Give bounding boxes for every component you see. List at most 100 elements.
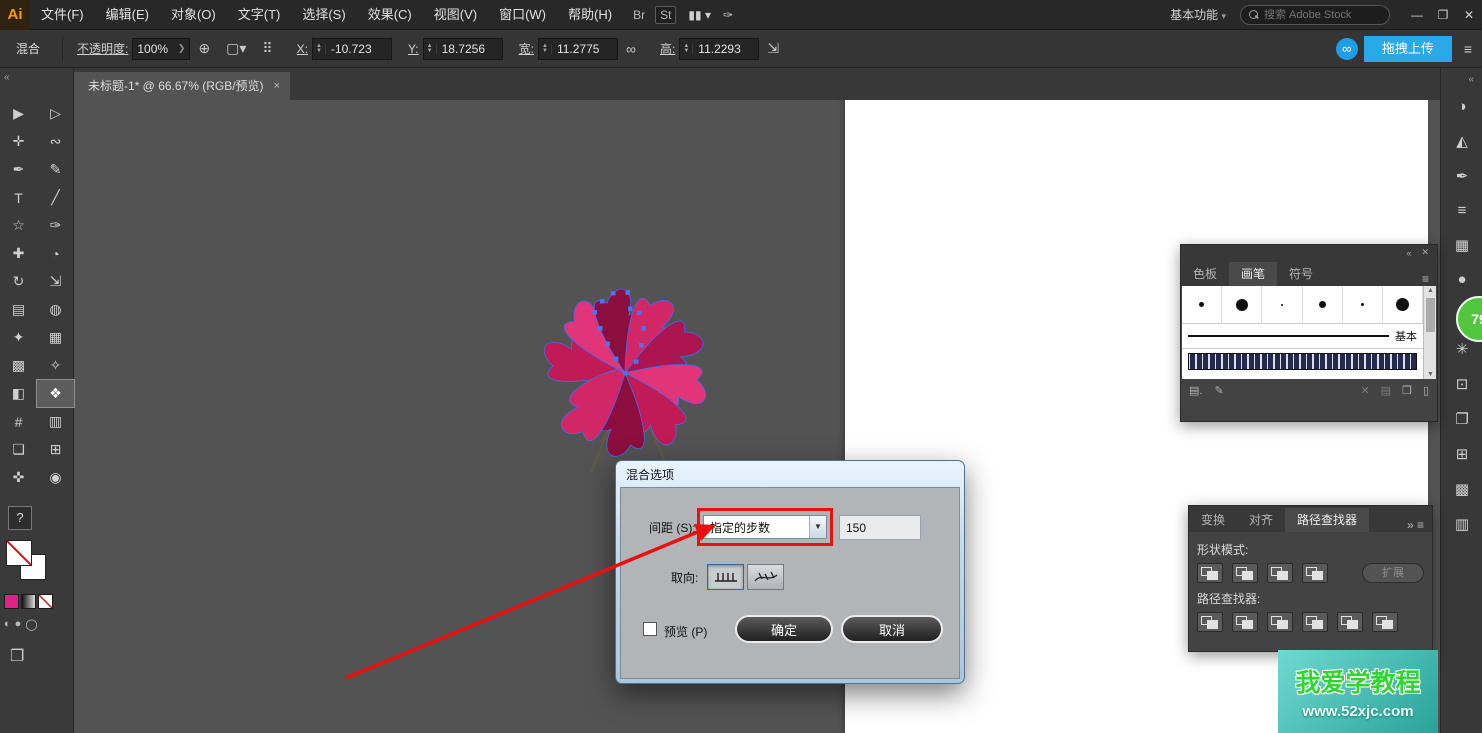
remove-brush-stroke-icon[interactable]: ✕ [1360, 384, 1369, 397]
tab-align[interactable]: 对齐 [1237, 508, 1285, 532]
close-button[interactable]: ✕ [1456, 0, 1482, 30]
stepper-icon[interactable]: ▲▼ [680, 44, 693, 54]
asset-export-panel-icon[interactable]: ⊞ [1456, 445, 1469, 463]
appearance-panel-icon[interactable]: ✒ [1456, 167, 1469, 185]
selection-tool[interactable]: ▶ [0, 100, 37, 127]
none-swatch[interactable] [38, 594, 53, 609]
blend-options-dialog[interactable]: 混合选项 间距 (S): 指定的步数 ▼ 取向: 预览 ( [615, 460, 965, 684]
perspective-grid-tool[interactable]: # [0, 408, 37, 435]
menu-effect[interactable]: 效果(C) [357, 0, 423, 30]
stock-button[interactable]: St [655, 6, 676, 24]
stepper-icon[interactable]: ▲▼ [539, 44, 552, 54]
brush-item-pattern[interactable] [1188, 353, 1417, 370]
tab-pathfinder[interactable]: 路径查找器 [1285, 508, 1369, 532]
trim-button[interactable] [1232, 612, 1258, 632]
color-guide-panel-icon[interactable]: ◭ [1456, 132, 1468, 150]
merge-button[interactable] [1267, 612, 1293, 632]
screen-mode-icon[interactable]: ❐ [10, 646, 24, 666]
width-field[interactable]: 宽: ▲▼11.2775 [511, 38, 618, 60]
arrange-documents-icon[interactable]: ▮▮ ▾ [688, 8, 711, 22]
document-setup-icon[interactable]: ⊕ [198, 40, 210, 57]
paintbrush-tool[interactable]: ✚ [0, 240, 37, 267]
help-icon[interactable]: ? [8, 506, 32, 530]
unite-button[interactable] [1197, 563, 1223, 583]
opacity-field[interactable]: 100% ❯ [132, 38, 190, 60]
fill-swatch[interactable] [6, 540, 32, 566]
x-field[interactable]: X: ▲▼-10.723 [289, 38, 392, 60]
scroll-up-icon[interactable]: ▲ [1424, 287, 1437, 294]
brush-item[interactable] [1343, 286, 1383, 323]
library-panel-icon[interactable]: ✎ [1214, 384, 1223, 397]
brush-item[interactable] [1182, 286, 1222, 323]
panel-menu-icon[interactable]: ≡ [1422, 272, 1437, 286]
close-panel-icon[interactable]: ✕ [1421, 247, 1429, 258]
menu-object[interactable]: 对象(O) [160, 0, 227, 30]
mesh-tool[interactable]: ▦ [37, 324, 74, 351]
bounding-box-icon[interactable]: ▢▾ [226, 40, 246, 57]
menu-window[interactable]: 窗口(W) [488, 0, 557, 30]
draw-normal-icon[interactable]: ◐ [4, 618, 11, 631]
minus-back-button[interactable] [1372, 612, 1398, 632]
collapse-panel-icon[interactable]: « [4, 72, 10, 83]
new-brush-icon[interactable]: ❐ [1402, 384, 1412, 397]
transform-icon[interactable]: ⇲ [767, 40, 779, 57]
stock-search[interactable] [1240, 5, 1390, 25]
expand-panel-icon[interactable]: » ≡ [1407, 518, 1432, 532]
pencil-tool[interactable]: ✑ [37, 212, 74, 239]
height-value[interactable]: 11.2293 [693, 42, 741, 56]
height-field[interactable]: 高: ▲▼11.2293 [652, 38, 759, 60]
ok-button[interactable]: 确定 [735, 615, 833, 643]
brush-item[interactable] [1303, 286, 1343, 323]
tab-swatches[interactable]: 色板 [1181, 262, 1229, 286]
zoom-tool[interactable]: ◉ [37, 464, 74, 491]
document-tab[interactable]: 未标题-1* @ 66.67% (RGB/预览) × [74, 72, 290, 100]
opacity-label[interactable]: 不透明度: [77, 40, 128, 57]
shape-builder-tool[interactable]: ◧ [0, 380, 37, 407]
free-transform-tool[interactable]: ◍ [37, 296, 74, 323]
type-tool[interactable]: T [0, 184, 37, 211]
scrollbar[interactable]: ▲ ▼ [1423, 286, 1436, 379]
fill-stroke-control[interactable] [6, 540, 50, 584]
stepper-icon[interactable]: ▲▼ [313, 44, 326, 54]
stepper-icon[interactable]: ▲▼ [424, 44, 437, 54]
blend-artwork[interactable] [495, 268, 755, 478]
restore-button[interactable]: ❐ [1430, 0, 1456, 30]
slice-tool[interactable]: ⊞ [37, 436, 74, 463]
gradient-swatch[interactable] [21, 594, 36, 609]
symbol-sprayer-tool[interactable]: ✦ [0, 324, 37, 351]
rotate-tool[interactable]: ↻ [0, 268, 37, 295]
y-field[interactable]: Y: ▲▼18.7256 [400, 38, 503, 60]
draw-inside-icon[interactable]: ◯ [25, 618, 37, 631]
menu-type[interactable]: 文字(T) [227, 0, 292, 30]
artboard-tool[interactable]: ❏ [0, 436, 37, 463]
draw-behind-icon[interactable]: ● [15, 618, 22, 631]
graphic-styles-panel-icon[interactable]: ✳ [1456, 340, 1469, 358]
eyedropper-tool[interactable]: ✧ [37, 352, 74, 379]
menu-edit[interactable]: 编辑(E) [95, 0, 160, 30]
transparency-panel-icon[interactable]: ● [1457, 271, 1466, 288]
workspace-switcher[interactable]: 基本功能 ▾ [1170, 6, 1226, 23]
outline-button[interactable] [1337, 612, 1363, 632]
shape-tool[interactable]: ☆ [0, 212, 37, 239]
constrain-proportions-icon[interactable]: ∞ [626, 41, 636, 57]
cloud-sync-icon[interactable]: ∞ [1336, 38, 1358, 60]
brush-item[interactable] [1222, 286, 1262, 323]
spacing-dropdown[interactable]: 指定的步数 ▼ [703, 515, 827, 539]
intersect-button[interactable] [1267, 563, 1293, 583]
scroll-down-icon[interactable]: ▼ [1424, 371, 1437, 378]
color-panel-icon[interactable]: ◑ [1457, 98, 1466, 115]
graph-tool[interactable]: ▥ [37, 408, 74, 435]
crop-button[interactable] [1302, 612, 1328, 632]
divide-button[interactable] [1197, 612, 1223, 632]
steps-input[interactable] [839, 515, 921, 540]
dropdown-arrow-icon[interactable]: ▼ [809, 516, 826, 538]
direct-selection-tool[interactable]: ▷ [37, 100, 74, 127]
upload-button[interactable]: 拖拽上传 [1364, 36, 1452, 62]
gradient-tool[interactable]: ▩ [0, 352, 37, 379]
brush-item-basic[interactable]: 基本 [1182, 324, 1423, 349]
list-icon[interactable]: ≡ [1464, 41, 1472, 57]
exclude-button[interactable] [1302, 563, 1328, 583]
width-tool[interactable]: ▤ [0, 296, 37, 323]
brush-options-icon[interactable]: ▤ [1381, 384, 1391, 397]
menu-help[interactable]: 帮助(H) [557, 0, 623, 30]
